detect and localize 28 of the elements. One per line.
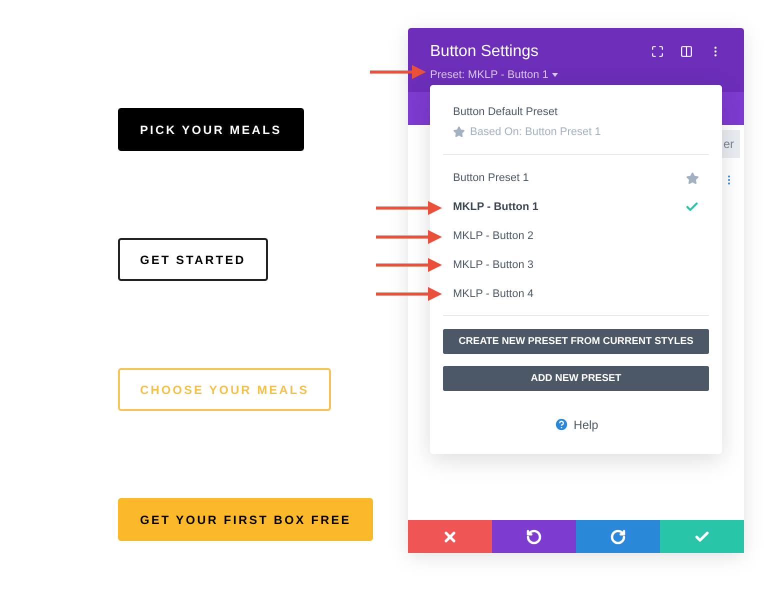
star-icon bbox=[453, 126, 465, 138]
preset-item[interactable]: MKLP - Button 2 bbox=[443, 222, 709, 250]
check-icon bbox=[694, 528, 710, 544]
preset-item[interactable]: MKLP - Button 1 bbox=[443, 192, 709, 222]
menu-heading: Button Default Preset bbox=[452, 105, 559, 119]
based-on-text: Based On: Button Preset 1 bbox=[470, 125, 601, 140]
check-icon bbox=[685, 200, 699, 214]
cancel-button[interactable] bbox=[408, 520, 492, 553]
expand-icon[interactable] bbox=[651, 45, 664, 58]
cta-button[interactable]: GET YOUR FIRST BOX FREE bbox=[118, 498, 374, 541]
preset-item[interactable]: MKLP - Button 3 bbox=[443, 250, 709, 280]
help-link[interactable]: Help bbox=[554, 416, 598, 434]
preset-item[interactable]: MKLP - Button 4 bbox=[443, 280, 709, 308]
redo-button[interactable] bbox=[576, 520, 660, 553]
cta-button[interactable]: PICK YOUR MEALS bbox=[118, 108, 304, 151]
close-icon bbox=[442, 528, 458, 544]
preset-action-button[interactable]: ADD NEW PRESET bbox=[443, 366, 709, 390]
caret-icon bbox=[552, 73, 558, 78]
preset-action-button[interactable]: CREATE NEW PRESET FROM CURRENT STYLES bbox=[443, 328, 709, 354]
split-view-icon[interactable] bbox=[680, 45, 693, 58]
preset-dropdown[interactable]: Preset: MKLP - Button 1 bbox=[430, 67, 558, 84]
cta-button[interactable]: GET STARTED bbox=[118, 238, 268, 281]
undo-button[interactable] bbox=[492, 520, 576, 553]
help-icon bbox=[554, 417, 569, 432]
preset-item[interactable]: Button Preset 1 bbox=[443, 164, 709, 192]
panel-title: Button Settings bbox=[430, 42, 540, 62]
undo-icon bbox=[526, 528, 542, 544]
redo-icon bbox=[610, 528, 626, 544]
